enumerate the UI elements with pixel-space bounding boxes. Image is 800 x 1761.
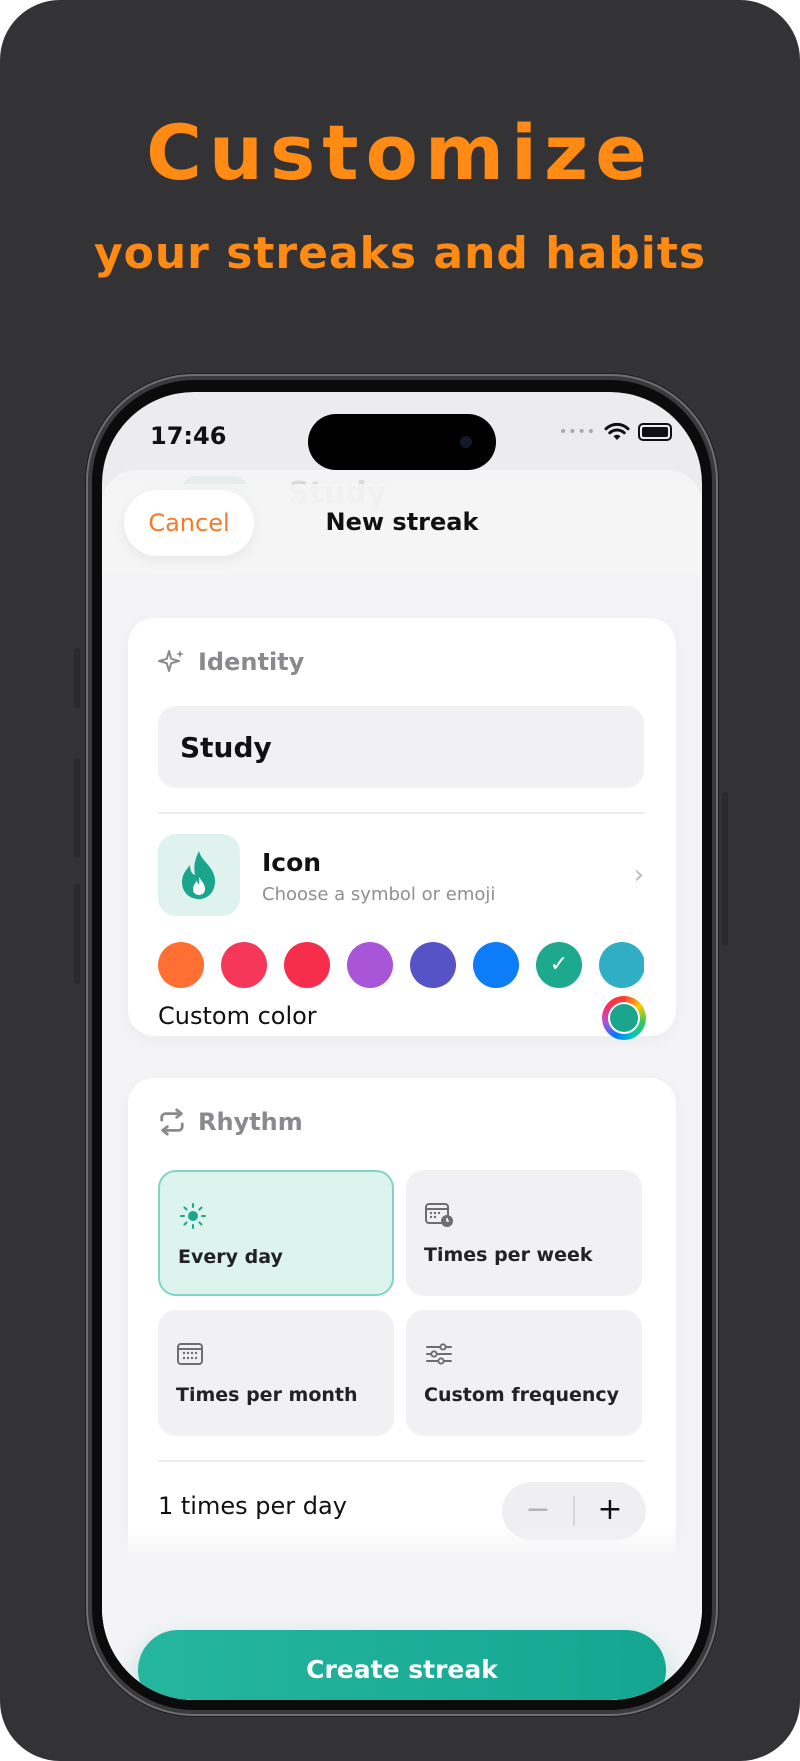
promo-poster: Customize your streaks and habits 17:46 … [0,0,800,1761]
sheet-navbar: Cancel New streak [102,484,702,574]
rhythm-section-label: Rhythm [198,1108,303,1136]
phone-volume-down [74,884,80,984]
promo-subheadline: your streaks and habits [93,228,707,279]
calendar-icon [177,1343,203,1365]
phone-silent-switch [74,648,80,708]
dynamic-island [308,414,496,470]
frequency-option-custom[interactable]: Custom frequency [406,1310,642,1436]
identity-section-header: Identity [158,648,304,676]
color-swatch-purple[interactable] [347,942,393,988]
battery-icon [638,423,672,441]
frequency-option-times-per-week[interactable]: Times per week [406,1170,642,1296]
status-indicators: •••• [559,422,672,442]
calendar-badge-icon [425,1203,453,1227]
sun-icon [180,1203,206,1229]
frequency-label-every-day: Every day [178,1246,283,1268]
color-swatch-indigo[interactable] [410,942,456,988]
sheet-title: New streak [325,508,479,536]
phone-volume-up [74,758,80,858]
icon-picker-row[interactable]: Icon Choose a symbol or emoji › [158,834,644,918]
color-swatches: ✓ [158,942,644,990]
repeat-icon [160,1108,184,1136]
rhythm-section-header: Rhythm [158,1108,303,1136]
promo-headline: Customize [146,108,654,197]
identity-divider [158,812,644,814]
wifi-icon [604,422,630,440]
custom-color-current [610,1004,638,1032]
create-streak-button[interactable]: Create streak [138,1630,666,1700]
rhythm-divider [158,1460,644,1462]
frequency-label-times-per-week: Times per week [424,1244,593,1266]
times-per-day-label: 1 times per day [158,1492,347,1520]
identity-card: Identity Icon Choose a symbol or emoji › [128,618,676,1040]
color-swatch-orange[interactable] [158,942,204,988]
status-time: 17:46 [150,422,227,450]
flame-icon [182,851,215,899]
frequency-option-times-per-month[interactable]: Times per month [158,1310,394,1436]
custom-color-label: Custom color [158,1002,317,1030]
color-swatch-teal-selected[interactable]: ✓ [536,942,582,988]
chevron-right-icon: › [633,860,644,890]
signal-icon: •••• [558,424,596,440]
phone-power-button [722,792,728,946]
icon-row-subtitle: Choose a symbol or emoji [262,884,496,905]
frequency-option-every-day[interactable]: Every day [158,1170,394,1296]
new-streak-sheet: Study Cancel New streak Identity [102,470,702,1700]
frequency-label-custom: Custom frequency [424,1384,620,1406]
color-swatch-cyan[interactable] [599,942,644,988]
color-swatch-blue[interactable] [473,942,519,988]
icon-row-title: Icon [262,848,322,877]
sparkles-icon [158,650,184,672]
identity-section-label: Identity [198,648,305,676]
color-swatch-pink[interactable] [221,942,267,988]
color-swatch-red[interactable] [284,942,330,988]
battery-level [642,427,668,437]
sliders-icon [426,1343,452,1365]
selected-icon-preview [158,834,240,916]
frequency-label-times-per-month: Times per month [176,1384,358,1406]
phone-screen: 17:46 •••• Study Cancel New streak [102,392,702,1700]
camera-dot [460,436,472,448]
streak-name-input[interactable] [158,706,644,788]
